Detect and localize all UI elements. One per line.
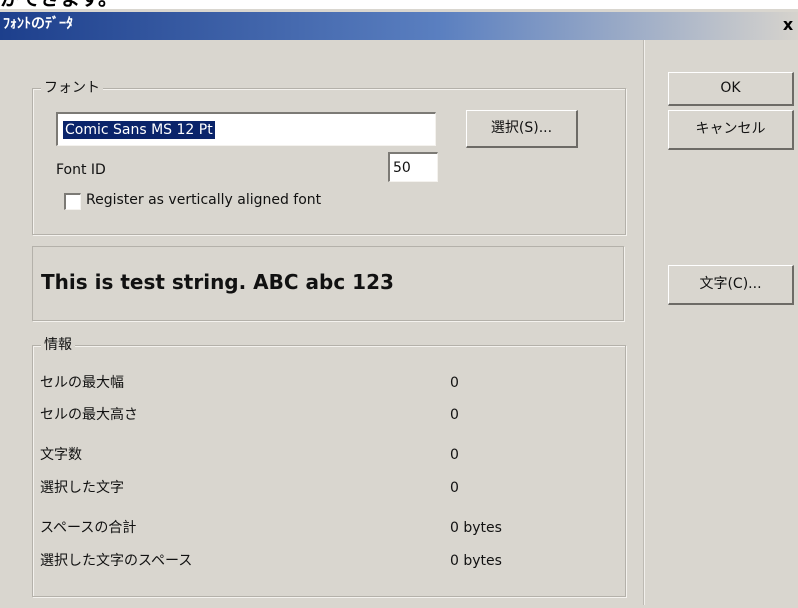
font-group-label: フォント <box>41 79 103 97</box>
max-cell-width-value: 0 <box>450 375 459 391</box>
dialog-title: ﾌｫﾝﾄのﾃﾞｰﾀ <box>3 16 73 32</box>
ok-button-label: OK <box>720 80 741 96</box>
font-name-field[interactable]: Comic Sans MS 12 Pt <box>56 112 436 146</box>
font-id-label: Font ID <box>56 162 106 178</box>
info-group-label: 情報 <box>41 336 75 354</box>
selected-characters-label: 選択した文字 <box>40 480 124 496</box>
preview-text: This is test string. ABC abc 123 <box>41 270 394 294</box>
total-space-value: 0 bytes <box>450 520 502 536</box>
dialog-title-bar[interactable] <box>0 12 798 40</box>
character-count-value: 0 <box>450 447 459 463</box>
select-font-button[interactable]: 選択(S)... <box>466 110 578 148</box>
font-name-selected-text: Comic Sans MS 12 Pt <box>63 121 215 139</box>
vertical-divider <box>643 40 644 605</box>
ok-button[interactable]: OK <box>668 72 794 106</box>
max-cell-width-label: セルの最大幅 <box>40 375 124 391</box>
select-font-button-label: 選択(S)... <box>490 120 553 136</box>
character-count-label: 文字数 <box>40 447 82 463</box>
total-space-label: スペースの合計 <box>40 520 137 536</box>
vertical-font-checkbox-label[interactable]: Register as vertically aligned font <box>86 191 321 209</box>
font-id-field[interactable]: 50 <box>388 152 438 182</box>
max-cell-height-value: 0 <box>450 407 459 423</box>
cancel-button-label: キャンセル <box>695 121 766 137</box>
background-caption-text: かできます。 <box>0 0 798 9</box>
vertical-font-checkbox[interactable] <box>64 193 81 210</box>
font-id-value: 50 <box>393 160 411 176</box>
selected-space-value: 0 bytes <box>450 553 502 569</box>
max-cell-height-label: セルの最大高さ <box>40 407 138 423</box>
close-button[interactable]: x <box>778 15 798 35</box>
selected-characters-value: 0 <box>450 480 459 496</box>
preview-box: This is test string. ABC abc 123 <box>32 246 624 321</box>
selected-space-label: 選択した文字のスペース <box>40 553 193 569</box>
characters-button[interactable]: 文字(C)... <box>668 265 794 305</box>
cancel-button[interactable]: キャンセル <box>668 110 794 150</box>
characters-button-label: 文字(C)... <box>699 276 762 292</box>
